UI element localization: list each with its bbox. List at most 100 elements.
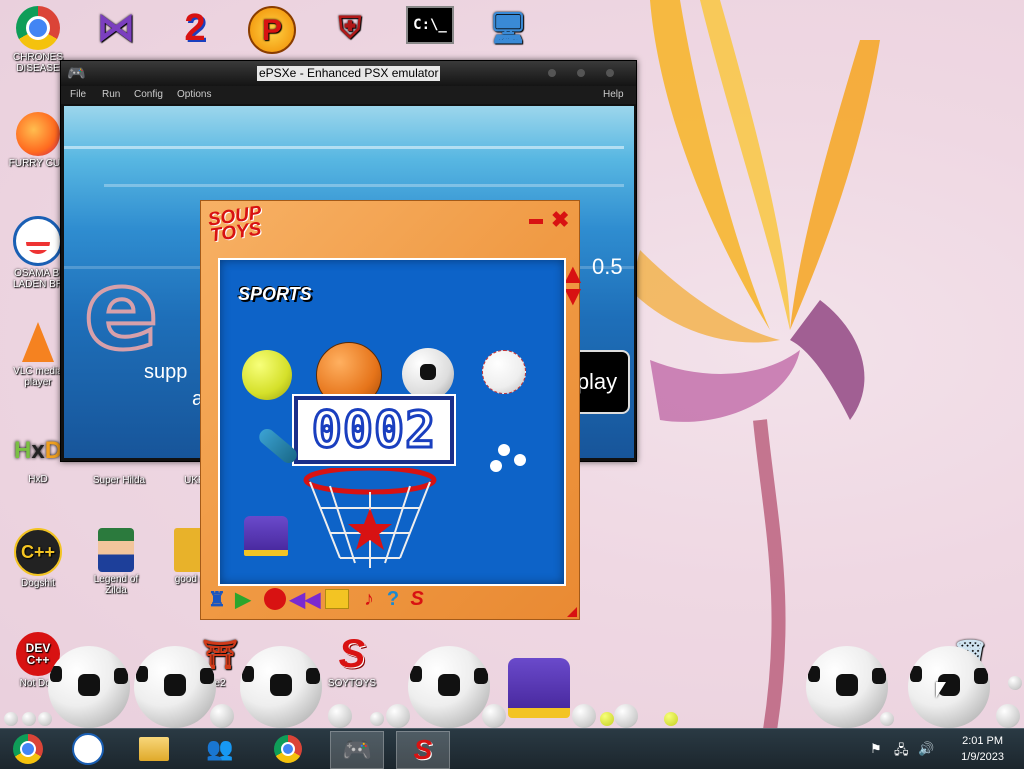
messenger-taskbar-button[interactable]: 👥 bbox=[194, 731, 246, 767]
desktop-icon-hxd[interactable]: HxD HxD bbox=[8, 428, 68, 485]
trophy-button[interactable]: ♜ bbox=[205, 587, 229, 611]
roller-skate-icon[interactable] bbox=[244, 516, 288, 556]
desktop-icon-soytoys[interactable]: S SOYTOYS bbox=[322, 631, 382, 690]
category-title: SPORTS bbox=[238, 284, 312, 304]
epsxe-taskbar-button[interactable]: 🎮 bbox=[330, 731, 384, 769]
soccer-ball-icon[interactable] bbox=[402, 348, 454, 400]
version-text: 0.5 bbox=[592, 254, 623, 279]
ping-pong-ball-toy[interactable] bbox=[1008, 676, 1022, 690]
desktop-icon-legend-of-zilda[interactable]: Legend of Zilda bbox=[86, 528, 146, 596]
clock-date: 1/9/2023 bbox=[961, 751, 1004, 763]
desktop-icon-label: OSAMA BI LADEN BR bbox=[12, 268, 63, 290]
tennis-ball-toy[interactable] bbox=[664, 712, 678, 726]
desktop-icon-emblem[interactable]: ⛨ bbox=[320, 6, 380, 52]
messenger-icon: 👥 bbox=[206, 736, 234, 761]
ping-pong-ball bbox=[490, 460, 502, 472]
soup-s-icon: S bbox=[413, 734, 433, 765]
soup-toys-window[interactable]: SOUP TOYS ✖ ▲ ▼ SPORTS 0002 ♜ ▶ ◀◀ ♪ ? S bbox=[200, 200, 587, 620]
soccer-ball-toy[interactable] bbox=[240, 646, 322, 728]
desktop-icon-obama[interactable]: OSAMA BI LADEN BR bbox=[8, 216, 68, 290]
toy-panel[interactable]: SPORTS 0002 bbox=[218, 258, 566, 586]
desktop-icon-label: VLC media player bbox=[13, 366, 63, 388]
menu-help[interactable]: Help bbox=[603, 89, 624, 100]
desktop-icon-label: HxD bbox=[28, 474, 48, 485]
soup-toys-logo: SOUP TOYS bbox=[207, 202, 265, 246]
visual-studio-icon: ⋈ bbox=[97, 6, 135, 49]
gamepad-icon: 🎮 bbox=[342, 736, 372, 764]
resize-grip-icon[interactable] bbox=[567, 607, 577, 617]
desktop-icon-cmd[interactable]: C:\_ bbox=[400, 6, 460, 46]
clock-time: 2:01 PM bbox=[962, 735, 1004, 747]
taskbar: 👥 🎮 S ⚑ 🖧 🔊 2:01 PM 1/9/2023 bbox=[0, 728, 1024, 769]
ping-pong-ball-toy[interactable] bbox=[880, 712, 894, 726]
menu-run[interactable]: Run bbox=[102, 89, 120, 100]
ping-pong-ball-toy[interactable] bbox=[22, 712, 36, 726]
play-button[interactable]: ▶ bbox=[231, 587, 255, 611]
desktop-icon-dogshit[interactable]: C++ Dogshit bbox=[8, 528, 68, 589]
desktop-icon-super-hilda[interactable]: Super Hilda bbox=[84, 460, 154, 486]
epsxe-logo-e: e bbox=[82, 244, 161, 376]
desktop-icon-fighter-2[interactable]: 2 bbox=[165, 6, 225, 52]
baseball-toy[interactable] bbox=[386, 704, 410, 728]
help-icon[interactable]: ? bbox=[381, 587, 405, 611]
close-button[interactable] bbox=[606, 69, 614, 77]
ie-taskbar-button[interactable] bbox=[62, 731, 114, 767]
record-button[interactable] bbox=[263, 587, 287, 611]
basketball-hoop-icon[interactable] bbox=[300, 468, 440, 578]
flag-icon[interactable]: ⚑ bbox=[870, 741, 882, 757]
baseball-icon[interactable] bbox=[482, 350, 526, 394]
menu-config[interactable]: Config bbox=[134, 89, 163, 100]
ping-pong-ball-toy[interactable] bbox=[4, 712, 18, 726]
menu-file[interactable]: File bbox=[70, 89, 86, 100]
desktop-icon-vlc[interactable]: VLC media player bbox=[8, 320, 68, 388]
pixel-character-icon bbox=[98, 528, 134, 572]
epsxe-titlebar[interactable]: 🎮 ePSXe - Enhanced PSX emulator bbox=[61, 61, 636, 86]
soccer-ball-toy[interactable] bbox=[48, 646, 130, 728]
baseball-toy[interactable] bbox=[996, 704, 1020, 728]
minimize-button[interactable] bbox=[529, 219, 543, 224]
close-button[interactable]: ✖ bbox=[551, 207, 569, 233]
ping-pong-balls-icon[interactable] bbox=[498, 444, 510, 456]
tennis-ball-icon[interactable] bbox=[242, 350, 292, 400]
hxd-icon: HxD bbox=[13, 436, 63, 464]
baseball-toy[interactable] bbox=[614, 704, 638, 728]
firefox-icon bbox=[16, 112, 60, 156]
baseball-toy[interactable] bbox=[482, 704, 506, 728]
desktop-icon-visual-studio[interactable]: ⋈ bbox=[86, 6, 146, 52]
desktop-icon-firefox[interactable]: FURRY CUC bbox=[8, 112, 68, 169]
baseball-toy[interactable] bbox=[572, 704, 596, 728]
baseball-toy[interactable] bbox=[328, 704, 352, 728]
baseball-toy[interactable] bbox=[210, 704, 234, 728]
maximize-button[interactable] bbox=[577, 69, 585, 77]
tennis-ball-toy[interactable] bbox=[600, 712, 614, 726]
soccer-ball-toy[interactable] bbox=[408, 646, 490, 728]
soccer-ball-toy[interactable] bbox=[806, 646, 888, 728]
soup-toys-taskbar-button[interactable]: S bbox=[396, 731, 450, 769]
ping-pong-ball-toy[interactable] bbox=[370, 712, 384, 726]
minimize-button[interactable] bbox=[548, 69, 556, 77]
stop-button[interactable] bbox=[325, 587, 349, 611]
obama-logo-icon bbox=[72, 733, 104, 765]
soccer-ball-toy[interactable] bbox=[908, 646, 990, 728]
ping-pong-ball-toy[interactable] bbox=[38, 712, 52, 726]
explorer-taskbar-button[interactable] bbox=[128, 731, 180, 767]
start-chrome-logo-icon bbox=[13, 734, 43, 764]
desktop-icon-computer[interactable]: 🖥 bbox=[478, 6, 538, 52]
soccer-ball-toy[interactable] bbox=[134, 646, 216, 728]
roller-skate-toy[interactable] bbox=[508, 658, 570, 718]
support-text: supp bbox=[144, 361, 188, 383]
network-icon[interactable]: 🖧 bbox=[894, 741, 909, 763]
ping-pong-ball bbox=[514, 454, 526, 466]
chrome-taskbar-button[interactable] bbox=[262, 731, 314, 767]
soup-s-icon: S bbox=[338, 631, 366, 676]
music-note-icon[interactable]: ♪ bbox=[357, 587, 381, 611]
soup-s-icon[interactable]: S bbox=[405, 587, 429, 611]
volume-icon[interactable]: 🔊 bbox=[918, 741, 934, 757]
desktop-icon-chrome[interactable]: CHRONES DISEASE bbox=[8, 6, 68, 74]
rewind-button[interactable]: ◀◀ bbox=[290, 587, 321, 611]
clock[interactable]: 2:01 PM 1/9/2023 bbox=[961, 733, 1004, 765]
score-value: 0002 bbox=[310, 400, 437, 461]
menu-options[interactable]: Options bbox=[177, 89, 211, 100]
desktop-icon-p-game[interactable]: P bbox=[242, 6, 302, 56]
start-button[interactable] bbox=[2, 731, 54, 767]
